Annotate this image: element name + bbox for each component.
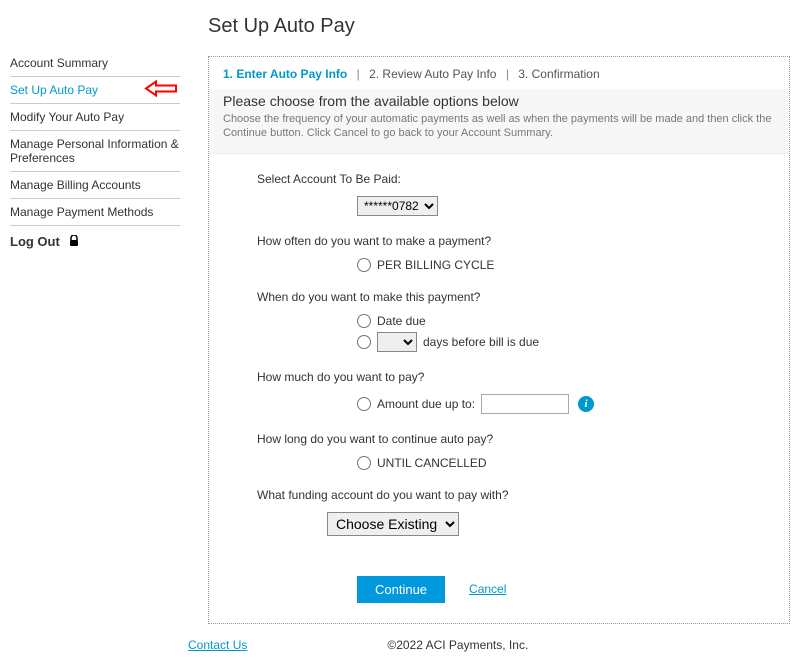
radio-per-billing-cycle[interactable] [357,258,371,272]
step-1: 1. Enter Auto Pay Info [223,67,347,81]
when-label: When do you want to make this payment? [257,290,775,304]
sidebar: Account Summary Set Up Auto Pay Modify Y… [10,10,180,624]
sidebar-item-modify-auto-pay[interactable]: Modify Your Auto Pay [10,104,180,131]
radio-until-cancelled[interactable] [357,456,371,470]
account-select[interactable]: ******0782 [357,196,438,216]
field-funding-account: What funding account do you want to pay … [257,488,775,536]
amount-due-up-to-label: Amount due up to: [377,397,475,411]
field-how-much: How much do you want to pay? Amount due … [257,370,775,414]
funding-label: What funding account do you want to pay … [257,488,775,502]
sidebar-item-log-out[interactable]: Log Out [10,226,180,256]
arrow-left-icon [144,80,178,101]
how-long-label: How long do you want to continue auto pa… [257,432,775,446]
form-panel: 1. Enter Auto Pay Info | 2. Review Auto … [208,56,790,624]
step-3: 3. Confirmation [518,67,599,81]
page-title: Set Up Auto Pay [208,15,790,38]
days-before-select[interactable] [377,332,417,352]
radio-days-before[interactable] [357,335,371,349]
step-2: 2. Review Auto Pay Info [369,67,496,81]
sidebar-item-account-summary[interactable]: Account Summary [10,50,180,77]
field-how-often: How often do you want to make a payment?… [257,234,775,272]
radio-amount-due-up-to[interactable] [357,397,371,411]
sidebar-item-label: Log Out [10,234,60,249]
cancel-link[interactable]: Cancel [469,582,506,596]
intro-block: Please choose from the available options… [209,89,789,154]
until-cancelled-label: UNTIL CANCELLED [377,456,487,470]
field-how-long: How long do you want to continue auto pa… [257,432,775,470]
intro-text: Choose the frequency of your automatic p… [223,112,775,141]
actions-row: Continue Cancel [257,576,775,603]
date-due-label: Date due [377,314,426,328]
copyright-text: ©2022 ACI Payments, Inc. [387,638,528,652]
continue-button[interactable]: Continue [357,576,445,603]
steps-bar: 1. Enter Auto Pay Info | 2. Review Auto … [209,57,789,89]
how-often-label: How often do you want to make a payment? [257,234,775,248]
lock-icon [69,235,79,250]
footer: Contact Us ©2022 ACI Payments, Inc. [0,624,800,666]
step-separator: | [506,67,509,81]
form-body: Select Account To Be Paid: ******0782 Ho… [209,154,789,623]
intro-title: Please choose from the available options… [223,93,775,109]
how-much-label: How much do you want to pay? [257,370,775,384]
select-account-label: Select Account To Be Paid: [257,172,775,186]
sidebar-item-label: Set Up Auto Pay [10,83,98,97]
amount-input[interactable] [481,394,569,414]
sidebar-item-manage-personal-info[interactable]: Manage Personal Information & Preference… [10,131,180,172]
info-icon[interactable]: i [578,396,594,412]
sidebar-item-set-up-auto-pay[interactable]: Set Up Auto Pay [10,77,180,104]
days-before-label: days before bill is due [423,335,539,349]
field-when: When do you want to make this payment? D… [257,290,775,352]
main-content: Set Up Auto Pay 1. Enter Auto Pay Info |… [180,10,790,624]
step-separator: | [357,67,360,81]
sidebar-item-manage-payment-methods[interactable]: Manage Payment Methods [10,199,180,226]
radio-date-due[interactable] [357,314,371,328]
sidebar-item-manage-billing-accounts[interactable]: Manage Billing Accounts [10,172,180,199]
contact-us-link[interactable]: Contact Us [188,638,247,652]
field-select-account: Select Account To Be Paid: ******0782 [257,172,775,216]
funding-account-select[interactable]: Choose Existing [327,512,459,536]
per-billing-cycle-label: PER BILLING CYCLE [377,258,494,272]
